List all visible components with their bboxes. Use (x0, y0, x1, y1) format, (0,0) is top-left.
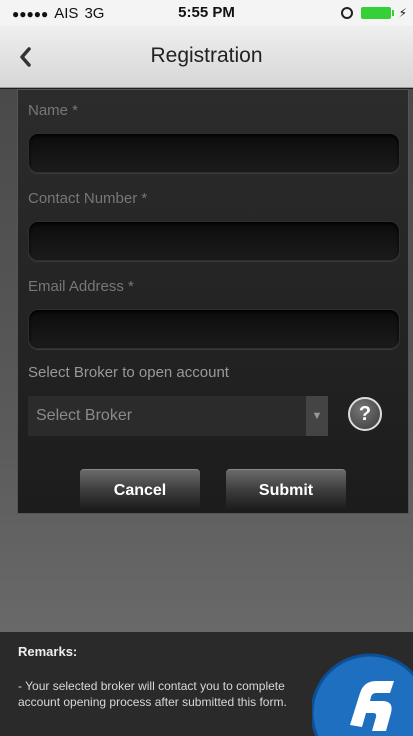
page-title: Registration (150, 44, 263, 67)
status-bar: ●●●●● AIS 3G 5:55 PM ⚡ (0, 0, 413, 26)
registration-form: Name * Contact Number * Email Address * … (17, 89, 409, 514)
cancel-button[interactable]: Cancel (80, 469, 200, 511)
broker-label: Select Broker to open account (28, 364, 229, 381)
email-label: Email Address * (28, 278, 134, 295)
status-right: ⚡ (340, 6, 407, 20)
name-field[interactable] (28, 133, 400, 173)
orientation-lock-icon (340, 7, 353, 19)
help-button[interactable]: ? (348, 397, 382, 431)
email-field[interactable] (28, 309, 400, 349)
charging-icon: ⚡ (398, 6, 407, 20)
broker-select[interactable]: Select Broker ▼ (28, 396, 328, 436)
broker-selected-value: Select Broker (36, 407, 133, 424)
logo-mark-icon (312, 653, 413, 736)
remarks-text: - Your selected broker will contact you … (18, 679, 287, 709)
contact-number-field[interactable] (28, 221, 400, 261)
name-label: Name * (28, 102, 79, 119)
dropdown-arrow-icon: ▼ (306, 396, 328, 436)
broker-logo (312, 653, 413, 736)
submit-button[interactable]: Submit (226, 469, 346, 511)
battery-icon (360, 7, 394, 19)
remarks-title: Remarks: (18, 644, 78, 659)
contact-number-label: Contact Number * (28, 190, 148, 207)
nav-bar: Registration (0, 26, 413, 88)
